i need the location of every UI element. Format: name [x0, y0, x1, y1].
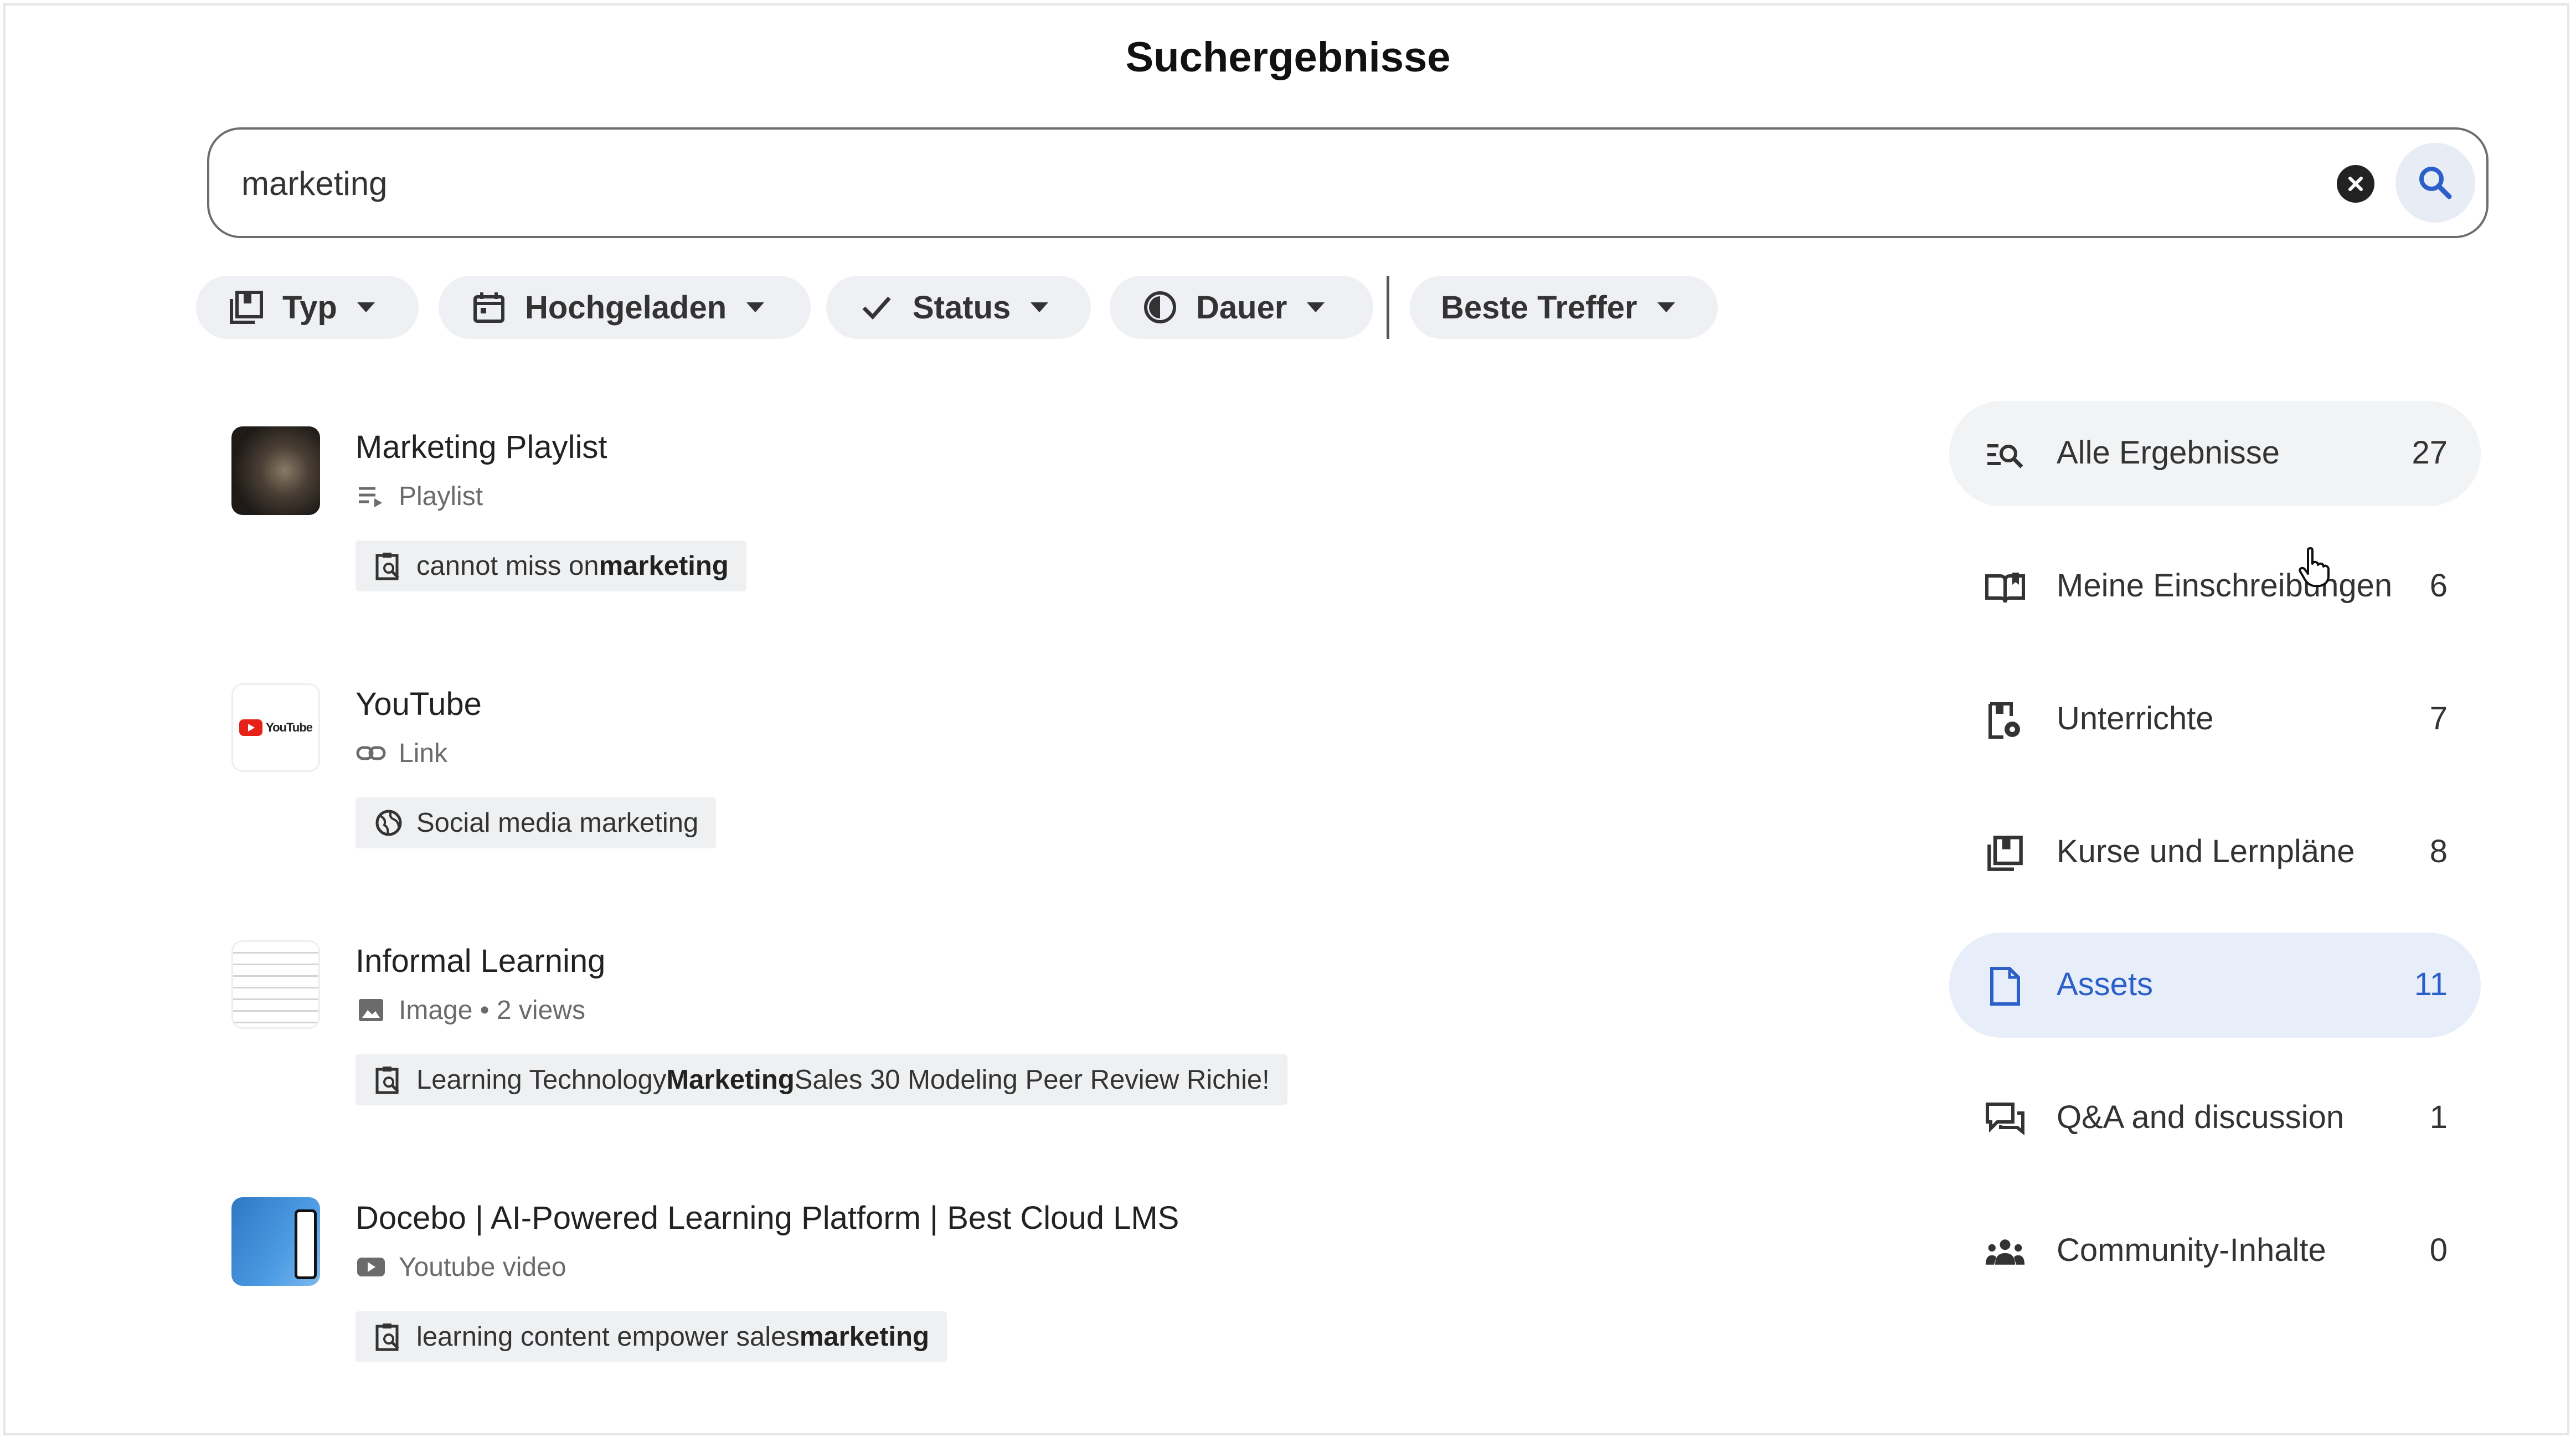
- result-title[interactable]: Marketing Playlist: [356, 429, 607, 466]
- sidebar-item-label: Unterrichte: [2057, 701, 2214, 737]
- youtube-video-icon: [356, 1252, 387, 1283]
- result-type: Youtube video: [399, 1252, 566, 1282]
- snippet-text-end: Sales 30 Modeling Peer Review Richie!: [794, 1065, 1270, 1095]
- filter-type[interactable]: Typ: [196, 276, 419, 339]
- chevron-down-icon: [1031, 302, 1049, 312]
- result-type: Image • 2 views: [399, 995, 585, 1025]
- search-bar: [207, 127, 2489, 238]
- page: Suchergebnisse Typ Hoch: [0, 0, 2576, 1442]
- search-button[interactable]: [2395, 143, 2475, 223]
- chevron-down-icon: [357, 302, 375, 312]
- snippet-highlight: marketing: [599, 551, 729, 581]
- sidebar-item-count: 27: [2412, 435, 2448, 471]
- snippet-highlight: marketing: [799, 1322, 930, 1352]
- page-title: Suchergebnisse: [1125, 34, 1451, 81]
- sidebar-item-all-results[interactable]: Alle Ergebnisse 27: [1949, 401, 2481, 506]
- result-type: Playlist: [399, 481, 483, 511]
- image-icon: [356, 995, 387, 1026]
- courses-icon: [1985, 833, 2026, 874]
- result-snippet: learning content empower sales marketing: [356, 1311, 947, 1362]
- book-open-icon: [1985, 567, 2026, 608]
- link-icon: [356, 738, 387, 769]
- thumbnail: [231, 426, 320, 515]
- sidebar-item-lessons[interactable]: Unterrichte 7: [1949, 667, 2481, 772]
- close-icon: [2348, 177, 2363, 191]
- snippet-highlight: Marketing: [666, 1065, 795, 1095]
- sidebar-item-label: Assets: [2057, 966, 2153, 1002]
- result-meta: Image • 2 views: [356, 995, 585, 1026]
- result-title[interactable]: Informal Learning: [356, 943, 605, 980]
- sort-best-match[interactable]: Beste Treffer: [1410, 276, 1718, 339]
- snippet-text: Social media marketing: [416, 808, 699, 838]
- clear-search-button[interactable]: [2337, 165, 2374, 203]
- result-type: Link: [399, 738, 448, 768]
- document-search-icon: [373, 1064, 404, 1095]
- lesson-icon: [1985, 700, 2026, 741]
- chevron-down-icon: [1657, 302, 1675, 312]
- thumbnail-text: YouTube: [266, 720, 313, 734]
- thumbnail-device: [295, 1209, 317, 1279]
- result-title[interactable]: YouTube: [356, 686, 482, 723]
- sidebar-item-qa-discussion[interactable]: Q&A and discussion 1: [1949, 1065, 2481, 1171]
- sidebar-item-label: Q&A and discussion: [2057, 1099, 2345, 1135]
- sidebar-item-my-enrollments[interactable]: Meine Einschreibungen 6: [1949, 534, 2481, 639]
- sidebar-item-community-content[interactable]: Community-Inhalte 0: [1949, 1198, 2481, 1304]
- sort-label: Beste Treffer: [1441, 289, 1637, 326]
- chevron-down-icon: [1307, 302, 1325, 312]
- sidebar-item-label: Kurse und Lernpläne: [2057, 833, 2355, 869]
- snippet-text: Learning Technology: [416, 1065, 667, 1095]
- sidebar-item-label: Alle Ergebnisse: [2057, 435, 2280, 471]
- filter-type-label: Typ: [282, 289, 337, 326]
- result-snippet: Learning Technology Marketing Sales 30 M…: [356, 1054, 1287, 1105]
- snippet-text: cannot miss on: [416, 551, 599, 581]
- result-meta: Playlist: [356, 481, 483, 512]
- playlist-icon: [356, 481, 387, 512]
- file-icon: [1985, 966, 2026, 1007]
- chevron-down-icon: [746, 302, 765, 312]
- search-input[interactable]: [240, 152, 2291, 215]
- thumbnail: [231, 1197, 320, 1286]
- filter-divider: [1387, 276, 1389, 339]
- sidebar-item-count: 1: [2429, 1099, 2448, 1135]
- result-meta: Youtube video: [356, 1252, 566, 1283]
- community-icon: [1985, 1232, 2026, 1273]
- sidebar-item-count: 6: [2429, 568, 2448, 604]
- sidebar-item-count: 7: [2429, 701, 2448, 737]
- filter-uploaded-label: Hochgeladen: [525, 289, 727, 326]
- result-meta: Link: [356, 738, 447, 769]
- courses-icon: [227, 288, 266, 327]
- sidebar-item-count: 11: [2414, 966, 2448, 1002]
- filter-duration[interactable]: Dauer: [1110, 276, 1373, 339]
- search-icon: [2419, 167, 2452, 199]
- youtube-logo: [239, 719, 263, 736]
- search-list-icon: [1985, 434, 2026, 475]
- duration-icon: [1141, 288, 1179, 327]
- sidebar-item-courses-learning-plans[interactable]: Kurse und Lernpläne 8: [1949, 800, 2481, 905]
- snippet-text: learning content empower sales: [416, 1322, 800, 1352]
- thumbnail: YouTube: [231, 683, 320, 772]
- thumbnail: [231, 940, 320, 1029]
- document-search-icon: [373, 1321, 404, 1352]
- sidebar-item-label: Meine Einschreibungen: [2057, 568, 2393, 604]
- hand-cursor-icon: [2299, 547, 2330, 587]
- sidebar-item-count: 8: [2429, 833, 2448, 869]
- filter-duration-label: Dauer: [1196, 289, 1287, 326]
- discussion-icon: [1985, 1099, 2026, 1140]
- document-search-icon: [373, 550, 404, 581]
- calendar-icon: [470, 288, 508, 327]
- check-icon: [857, 288, 896, 327]
- filter-uploaded[interactable]: Hochgeladen: [439, 276, 811, 339]
- result-snippet: Social media marketing: [356, 797, 717, 848]
- sidebar-item-assets[interactable]: Assets 11: [1949, 933, 2481, 1038]
- sidebar-item-label: Community-Inhalte: [2057, 1232, 2326, 1268]
- filter-status[interactable]: Status: [826, 276, 1091, 339]
- result-title[interactable]: Docebo | AI-Powered Learning Platform | …: [356, 1199, 1179, 1237]
- result-snippet: cannot miss on marketing: [356, 540, 746, 591]
- filter-status-label: Status: [913, 289, 1011, 326]
- sidebar-item-count: 0: [2429, 1232, 2448, 1268]
- globe-icon: [373, 807, 404, 838]
